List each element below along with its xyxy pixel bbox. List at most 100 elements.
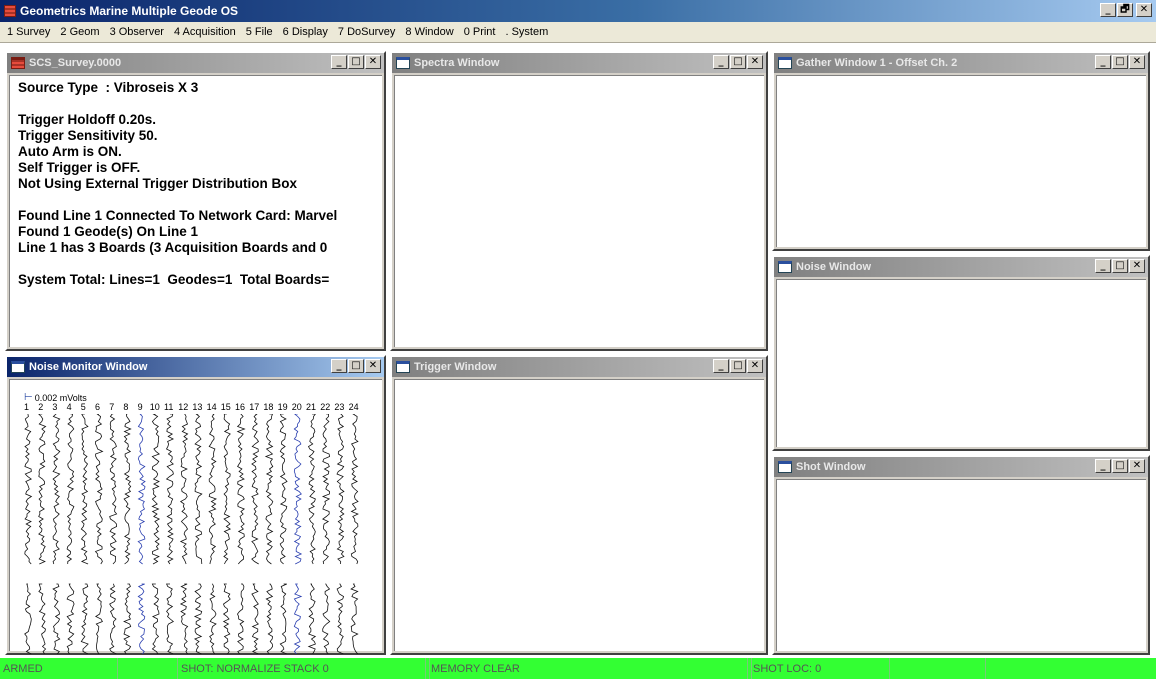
trigger-window-icon[interactable] bbox=[396, 361, 410, 373]
gather-window-title: Gather Window 1 - Offset Ch. 2 bbox=[796, 57, 958, 69]
menu-observer[interactable]: 3 Observer bbox=[105, 26, 169, 38]
status-shot-stack: SHOT: NORMALIZE STACK 0 bbox=[178, 658, 426, 679]
app-icon[interactable] bbox=[4, 5, 16, 17]
channel-number: 20 bbox=[291, 402, 302, 412]
noise-monitor-title: Noise Monitor Window bbox=[29, 361, 148, 373]
noise-trace bbox=[52, 583, 61, 654]
channel-number-row: 1 2 3 4 5 6 7 8 9 10 11 12 13 14 15 16 17 18 19 20 21 22 23 24 bbox=[22, 402, 382, 414]
menu-display[interactable]: 6 Display bbox=[278, 26, 333, 38]
gather-minimize-button[interactable]: _ bbox=[1095, 55, 1111, 69]
spectra-window-icon[interactable] bbox=[396, 57, 410, 69]
noise-monitor-minimize-button[interactable]: _ bbox=[331, 359, 347, 373]
menu-geom[interactable]: 2 Geom bbox=[55, 26, 104, 38]
restore-button[interactable]: 🗗 bbox=[1117, 3, 1133, 17]
trigger-window-title: Trigger Window bbox=[414, 361, 497, 373]
trigger-window-title-bar[interactable]: Trigger Window _ □ ✕ bbox=[392, 357, 766, 377]
noise-monitor-plot[interactable]: ⊢ 0.002 mVolts 1 2 3 4 5 6 7 8 9 10 11 12 13 14 15 16 17… bbox=[9, 379, 382, 654]
survey-info-line: Source Type : Vibroseis X 3 bbox=[18, 80, 199, 95]
gather-plot-area[interactable] bbox=[776, 75, 1146, 247]
noise-trace bbox=[209, 583, 217, 654]
noise-window-title: Noise Window bbox=[796, 261, 872, 273]
noise-trace bbox=[123, 583, 132, 654]
gather-window-icon[interactable] bbox=[778, 57, 792, 69]
noise-trace bbox=[350, 583, 359, 654]
menu-bar: 1 Survey 2 Geom 3 Observer 4 Acquisition… bbox=[0, 22, 1156, 43]
noise-minimize-button[interactable]: _ bbox=[1095, 259, 1111, 273]
noise-close-button[interactable]: ✕ bbox=[1129, 259, 1145, 273]
spectra-window-title: Spectra Window bbox=[414, 57, 500, 69]
survey-minimize-button[interactable]: _ bbox=[331, 55, 347, 69]
noise-trace bbox=[52, 414, 61, 565]
shot-plot-area[interactable] bbox=[776, 479, 1146, 651]
menu-dosurvey[interactable]: 7 DoSurvey bbox=[333, 26, 400, 38]
trigger-plot-area[interactable] bbox=[394, 379, 764, 651]
survey-close-button[interactable]: ✕ bbox=[365, 55, 381, 69]
spectra-close-button[interactable]: ✕ bbox=[747, 55, 763, 69]
noise-window: Noise Window _ □ ✕ bbox=[772, 255, 1150, 451]
survey-maximize-button[interactable]: □ bbox=[348, 55, 364, 69]
survey-window-title-bar[interactable]: SCS_Survey.0000 _ □ ✕ bbox=[7, 53, 384, 73]
menu-system[interactable]: . System bbox=[500, 26, 553, 38]
channel-number: 17 bbox=[249, 402, 260, 412]
noise-monitor-maximize-button[interactable]: □ bbox=[348, 359, 364, 373]
noise-window-controls: _ □ ✕ bbox=[1095, 259, 1145, 273]
shot-window-controls: _ □ ✕ bbox=[1095, 459, 1145, 473]
noise-window-title-bar[interactable]: Noise Window _ □ ✕ bbox=[774, 257, 1148, 277]
channel-number: 8 bbox=[123, 402, 129, 412]
noise-trace bbox=[80, 583, 89, 654]
noise-trace bbox=[264, 414, 274, 565]
survey-info-body[interactable]: Source Type : Vibroseis X 3 Trigger Holdo… bbox=[9, 75, 382, 347]
noise-trace bbox=[151, 414, 161, 565]
spectra-maximize-button[interactable]: □ bbox=[730, 55, 746, 69]
noise-monitor-controls: _ □ ✕ bbox=[331, 359, 381, 373]
noise-monitor-title-bar[interactable]: Noise Monitor Window _ □ ✕ bbox=[7, 357, 384, 377]
noise-monitor-icon[interactable] bbox=[11, 361, 25, 373]
minimize-button[interactable]: _ bbox=[1100, 3, 1116, 17]
gather-maximize-button[interactable]: □ bbox=[1112, 55, 1128, 69]
shot-close-button[interactable]: ✕ bbox=[1129, 459, 1145, 473]
survey-window-controls: _ □ ✕ bbox=[331, 55, 381, 69]
shot-window-title-bar[interactable]: Shot Window _ □ ✕ bbox=[774, 457, 1148, 477]
spectra-window: Spectra Window _ □ ✕ bbox=[390, 51, 768, 351]
noise-monitor-close-button[interactable]: ✕ bbox=[365, 359, 381, 373]
noise-trace bbox=[322, 583, 331, 654]
gather-window-title-bar[interactable]: Gather Window 1 - Offset Ch. 2 _ □ ✕ bbox=[774, 53, 1148, 73]
status-cell-empty-1 bbox=[118, 658, 178, 679]
spectra-window-title-bar[interactable]: Spectra Window _ □ ✕ bbox=[392, 53, 766, 73]
noise-plot-area[interactable] bbox=[776, 279, 1146, 447]
spectra-window-controls: _ □ ✕ bbox=[713, 55, 763, 69]
noise-trace bbox=[236, 414, 246, 565]
noise-trace bbox=[279, 583, 287, 654]
gather-close-button[interactable]: ✕ bbox=[1129, 55, 1145, 69]
close-button[interactable]: ✕ bbox=[1136, 3, 1152, 17]
noise-maximize-button[interactable]: □ bbox=[1112, 259, 1128, 273]
noise-trace bbox=[251, 583, 259, 654]
noise-window-icon[interactable] bbox=[778, 261, 792, 273]
survey-info-line bbox=[18, 96, 374, 112]
noise-traces bbox=[24, 414, 359, 654]
menu-acquisition[interactable]: 4 Acquisition bbox=[169, 26, 241, 38]
noise-trace bbox=[66, 414, 75, 565]
shot-minimize-button[interactable]: _ bbox=[1095, 459, 1111, 473]
spectra-plot-area[interactable] bbox=[394, 75, 764, 347]
menu-file[interactable]: 5 File bbox=[241, 26, 278, 38]
noise-trace bbox=[94, 414, 104, 565]
shot-maximize-button[interactable]: □ bbox=[1112, 459, 1128, 473]
channel-number: 5 bbox=[80, 402, 86, 412]
trigger-maximize-button[interactable]: □ bbox=[730, 359, 746, 373]
noise-trace bbox=[165, 414, 175, 565]
noise-trace bbox=[66, 583, 75, 654]
menu-window[interactable]: 8 Window bbox=[400, 26, 458, 38]
shot-window-icon[interactable] bbox=[778, 461, 792, 473]
menu-print[interactable]: 0 Print bbox=[459, 26, 501, 38]
status-armed: ARMED bbox=[0, 658, 118, 679]
trigger-minimize-button[interactable]: _ bbox=[713, 359, 729, 373]
spectra-minimize-button[interactable]: _ bbox=[713, 55, 729, 69]
app-title-bar[interactable]: Geometrics Marine Multiple Geode OS _ 🗗 … bbox=[0, 0, 1156, 22]
menu-survey[interactable]: 1 Survey bbox=[2, 26, 55, 38]
channel-number: 6 bbox=[95, 402, 101, 412]
trigger-close-button[interactable]: ✕ bbox=[747, 359, 763, 373]
noise-trace bbox=[94, 583, 103, 654]
channel-number: 14 bbox=[206, 402, 217, 412]
survey-window-icon[interactable] bbox=[11, 57, 25, 69]
